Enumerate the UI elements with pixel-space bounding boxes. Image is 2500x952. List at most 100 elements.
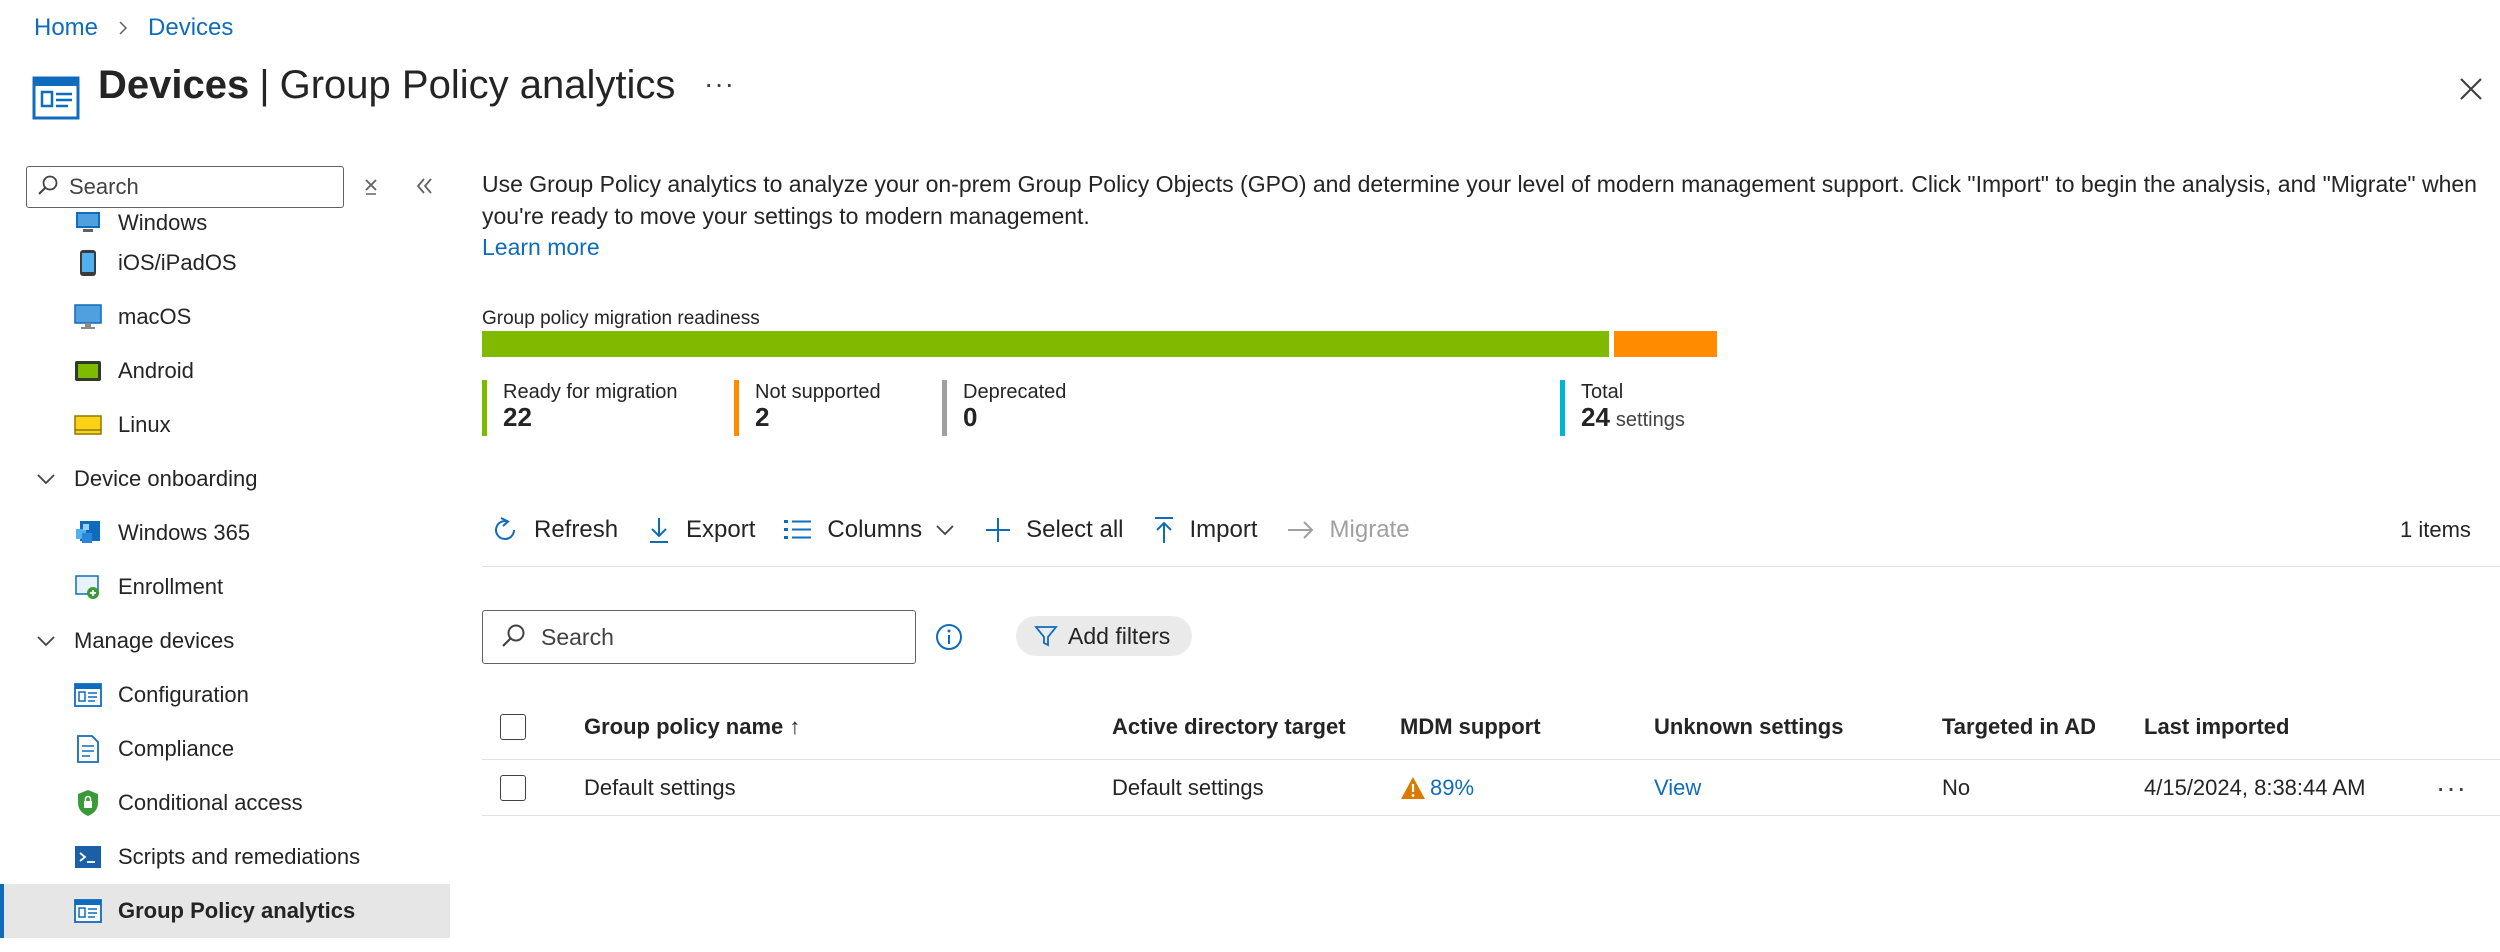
sidebar-item-label: Configuration — [118, 682, 249, 707]
header-more-button[interactable]: ··· — [704, 68, 735, 100]
grid-search-box[interactable] — [482, 610, 916, 664]
column-header-name[interactable]: Group policy name ↑ — [584, 694, 800, 759]
sidebar-item-label: Conditional access — [118, 790, 303, 815]
sidebar-item-linux[interactable]: Linux — [0, 398, 450, 452]
chevron-down-icon — [936, 525, 954, 536]
search-icon — [501, 622, 527, 653]
columns-icon — [784, 520, 812, 539]
sidebar-item-label: Linux — [118, 412, 171, 437]
stat-not-supported-label: Not supported — [755, 381, 881, 403]
collapse-sidebar-icon[interactable] — [410, 172, 438, 200]
stat-ready-label: Ready for migration — [503, 381, 678, 403]
cell-ad-target: Default settings — [1112, 774, 1264, 800]
sidebar-item-group-policy-analytics[interactable]: Group Policy analytics — [0, 884, 450, 938]
select-all-checkbox[interactable] — [500, 713, 526, 740]
import-button[interactable]: Import — [1152, 515, 1258, 545]
column-header-last-imported[interactable]: Last imported — [2144, 694, 2289, 759]
column-header-ad-target[interactable]: Active directory target — [1112, 694, 1346, 759]
sidebar-item-windows[interactable]: Windows — [0, 206, 450, 236]
sidebar-item-compliance[interactable]: Compliance — [0, 722, 450, 776]
sidebar-nav: Windows iOS/iPadOS macOS Android Linux D… — [0, 206, 450, 938]
sidebar-search-box[interactable] — [26, 166, 344, 208]
breadcrumb-home-link[interactable]: Home — [34, 14, 98, 42]
mdm-support-value: 89% — [1430, 774, 1475, 800]
stat-not-supported: Not supported 2 — [734, 380, 881, 436]
learn-more-link[interactable]: Learn more — [482, 234, 600, 261]
export-button[interactable]: Export — [646, 515, 755, 545]
row-checkbox[interactable] — [500, 774, 526, 801]
header-select-cell — [500, 694, 526, 759]
cell-mdm-support: 89% — [1400, 760, 1474, 815]
stat-ready: Ready for migration 22 — [482, 380, 678, 436]
cell-name[interactable]: Default settings — [584, 760, 736, 815]
sidebar-item-android[interactable]: Android — [0, 344, 450, 398]
grid-search-input[interactable] — [541, 623, 901, 651]
sidebar-group-device-onboarding[interactable]: Device onboarding — [0, 452, 450, 506]
filter-icon — [1034, 626, 1058, 647]
view-unknown-settings-link[interactable]: View — [1654, 775, 1701, 801]
devices-blade-icon — [32, 74, 80, 122]
download-icon — [650, 518, 669, 543]
mdm-support-link[interactable]: 89% — [1400, 775, 1474, 801]
breadcrumb: Home Devices — [34, 14, 233, 42]
columns-button[interactable]: Columns — [783, 516, 956, 544]
items-count: 1 items — [2400, 517, 2471, 542]
breadcrumb-devices-link[interactable]: Devices — [148, 14, 233, 42]
search-icon — [37, 174, 59, 201]
add-filters-button[interactable]: Add filters — [1016, 616, 1193, 656]
row-more-button[interactable]: ··· — [2436, 760, 2467, 815]
stat-not-supported-value: 2 — [755, 402, 770, 432]
page-title-sub: Group Policy analytics — [279, 63, 676, 107]
select-all-button[interactable]: Select all — [984, 516, 1124, 544]
refresh-label: Refresh — [534, 516, 619, 543]
column-header-targeted-in-ad[interactable]: Targeted in AD — [1942, 694, 2096, 759]
scripts-icon — [74, 843, 102, 871]
stat-total-label: Total — [1581, 381, 1624, 403]
close-icon[interactable] — [2454, 72, 2488, 106]
refresh-icon — [495, 517, 515, 540]
import-label: Import — [1189, 516, 1258, 543]
chevron-down-icon — [34, 629, 58, 653]
clear-search-icon[interactable] — [358, 174, 384, 200]
phone-icon — [74, 249, 102, 277]
column-header-unknown-settings[interactable]: Unknown settings — [1654, 694, 1843, 759]
column-header-mdm-support[interactable]: MDM support — [1400, 694, 1541, 759]
sidebar-item-macos[interactable]: macOS — [0, 290, 450, 344]
refresh-button[interactable]: Refresh — [490, 515, 618, 545]
upload-icon — [1154, 517, 1173, 543]
page-title-main: Devices — [98, 63, 250, 107]
linux-device-icon — [74, 411, 102, 439]
sidebar-item-label: Compliance — [118, 736, 235, 761]
stat-deprecated-label: Deprecated — [963, 381, 1067, 403]
windows365-icon — [74, 519, 102, 547]
page-title-separator: | — [259, 63, 270, 107]
stat-ready-value: 22 — [503, 402, 532, 432]
sidebar-item-ios[interactable]: iOS/iPadOS — [0, 236, 450, 290]
cell-last-imported: 4/15/2024, 8:38:44 AM — [2144, 774, 2366, 800]
sidebar-search-input[interactable] — [69, 174, 329, 200]
arrow-right-icon — [1287, 521, 1313, 539]
sidebar-item-windows-365[interactable]: Windows 365 — [0, 506, 450, 560]
migrate-button[interactable]: Migrate — [1286, 516, 1410, 544]
page-description: Use Group Policy analytics to analyze yo… — [482, 171, 2477, 229]
windows-device-icon — [74, 208, 102, 236]
sidebar-group-label: Manage devices — [74, 628, 235, 653]
table-row[interactable]: Default settings Default settings 89% Vi… — [482, 760, 2500, 816]
conditional-access-icon — [74, 789, 102, 817]
sidebar-item-configuration[interactable]: Configuration — [0, 668, 450, 722]
sidebar-item-enrollment[interactable]: Enrollment — [0, 560, 450, 614]
sidebar-item-conditional-access[interactable]: Conditional access — [0, 776, 450, 830]
sidebar-item-label: Android — [118, 358, 194, 383]
sidebar-item-label: Group Policy analytics — [118, 898, 356, 923]
sidebar-item-label: Scripts and remediations — [118, 844, 361, 869]
stat-total-unit: settings — [1615, 409, 1685, 431]
chevron-down-icon — [34, 467, 58, 491]
info-icon[interactable] — [934, 622, 964, 652]
sidebar-group-manage-devices[interactable]: Manage devices — [0, 614, 450, 668]
stat-deprecated: Deprecated 0 — [942, 380, 1066, 436]
readiness-title: Group policy migration readiness — [482, 308, 760, 329]
sidebar-item-scripts[interactable]: Scripts and remediations — [0, 830, 450, 884]
cell-targeted-in-ad: No — [1942, 774, 1971, 800]
plus-icon — [986, 518, 1011, 542]
group-policy-icon — [74, 897, 102, 925]
